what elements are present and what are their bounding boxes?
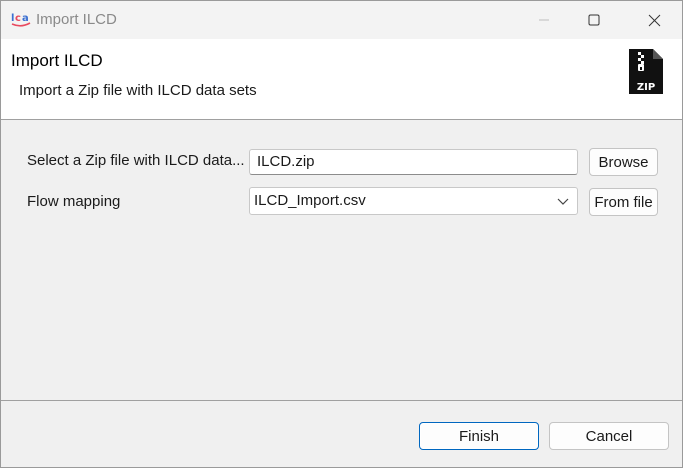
finish-button[interactable]: Finish bbox=[419, 422, 539, 450]
close-button[interactable] bbox=[631, 1, 677, 39]
maximize-button[interactable] bbox=[571, 1, 617, 39]
footer-divider bbox=[1, 400, 682, 401]
wizard-header: Import ILCD Import a Zip file with ILCD … bbox=[1, 39, 682, 119]
chevron-down-icon bbox=[557, 198, 569, 205]
page-description: Import a Zip file with ILCD data sets bbox=[19, 82, 257, 99]
browse-button[interactable]: Browse bbox=[589, 148, 658, 176]
title-bar[interactable]: l c a Import ILCD bbox=[1, 1, 682, 39]
flow-mapping-select[interactable]: ILCD_Import.csv bbox=[249, 187, 578, 215]
flow-mapping-label: Flow mapping bbox=[27, 193, 121, 210]
minimize-button[interactable] bbox=[521, 1, 567, 39]
flow-mapping-value: ILCD_Import.csv bbox=[254, 192, 366, 209]
zip-file-label: Select a Zip file with ILCD data... bbox=[27, 152, 245, 169]
import-dialog: l c a Import ILCD Import ILCD Import a Z… bbox=[0, 0, 683, 468]
minimize-icon bbox=[539, 19, 549, 21]
zip-file-input[interactable]: ILCD.zip bbox=[249, 149, 578, 175]
zip-icon-text: ZIP bbox=[637, 82, 655, 93]
cancel-button[interactable]: Cancel bbox=[549, 422, 669, 450]
page-title: Import ILCD bbox=[11, 51, 103, 70]
svg-text:l: l bbox=[11, 13, 14, 24]
svg-text:a: a bbox=[22, 13, 29, 24]
close-icon bbox=[648, 14, 660, 26]
header-divider bbox=[1, 119, 682, 120]
from-file-button[interactable]: From file bbox=[589, 188, 658, 216]
app-logo-icon: l c a bbox=[11, 13, 31, 27]
window-title: Import ILCD bbox=[36, 11, 117, 28]
maximize-icon bbox=[588, 14, 600, 26]
zip-file-icon: ZIP bbox=[629, 49, 663, 94]
svg-text:c: c bbox=[15, 13, 21, 24]
